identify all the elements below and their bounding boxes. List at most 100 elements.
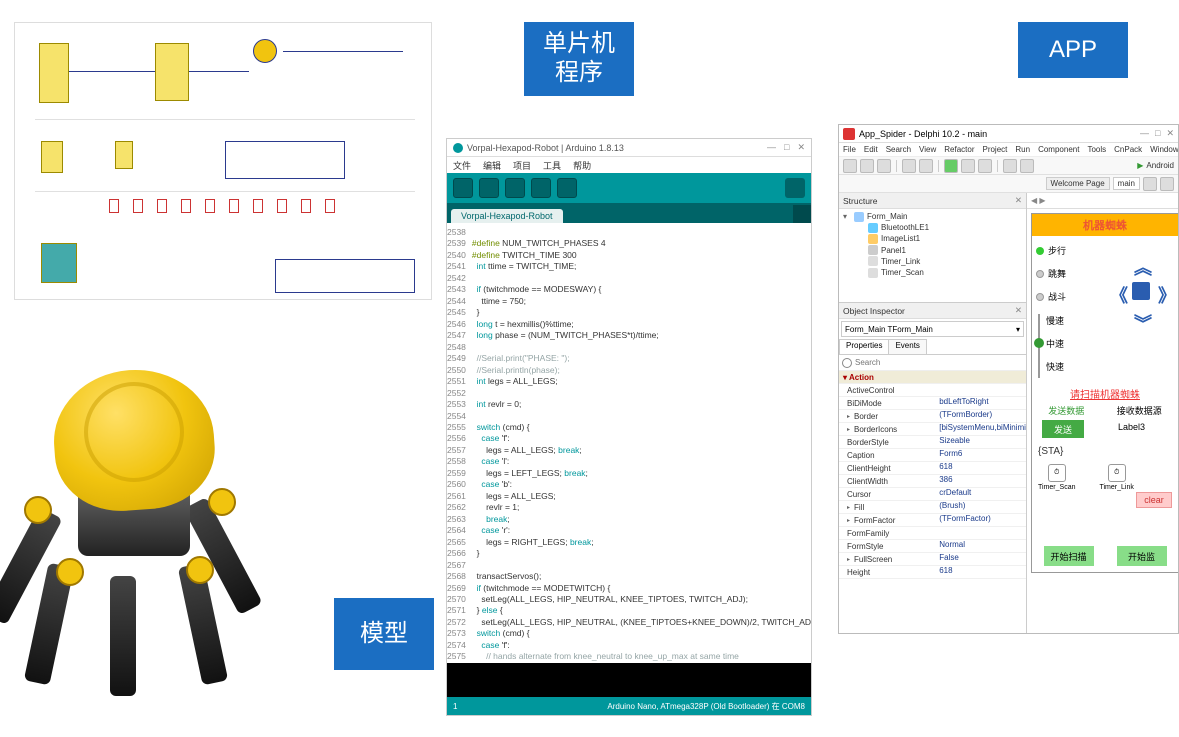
structure-tree[interactable]: ▾Form_Main BluetoothLE1ImageList1Panel1T…: [839, 209, 1026, 302]
tab-main[interactable]: main: [1113, 177, 1140, 190]
circuit-schematic: [14, 22, 432, 300]
close-icon[interactable]: ✕: [797, 142, 805, 153]
maximize-icon[interactable]: □: [784, 142, 789, 153]
tab-welcome[interactable]: Welcome Page: [1046, 177, 1110, 190]
menu-search[interactable]: Search: [886, 145, 911, 154]
menu-项目[interactable]: 项目: [513, 159, 531, 172]
start-scan-button[interactable]: 开始扫描: [1044, 546, 1094, 566]
maximize-icon[interactable]: □: [1155, 128, 1160, 139]
object-inspector-panel: Object Inspector✕ Form_Main TForm_Main▾ …: [839, 303, 1026, 633]
prop-row-formfamily[interactable]: FormFamily: [839, 527, 1026, 540]
target-platform[interactable]: Android: [1146, 161, 1174, 170]
tb-undo-icon[interactable]: [902, 159, 916, 173]
arduino-code-editor[interactable]: 2538253925402541254225432544254525462547…: [447, 223, 811, 663]
center-button[interactable]: [1132, 282, 1150, 300]
prop-row-formstyle[interactable]: FormStyleNormal: [839, 540, 1026, 553]
menu-component[interactable]: Component: [1038, 145, 1079, 154]
menu-编辑[interactable]: 编辑: [483, 159, 501, 172]
verify-button[interactable]: [453, 178, 473, 198]
sketch-tab[interactable]: Vorpal-Hexapod-Robot: [451, 209, 563, 223]
start-listen-button[interactable]: 开始监: [1117, 546, 1167, 566]
tree-node-form[interactable]: Form_Main: [867, 211, 907, 222]
form-designer[interactable]: ◀ ▶ 机器蜘蛛 步行 跳舞 战斗 慢速 中速 快速: [1027, 193, 1178, 633]
menu-edit[interactable]: Edit: [864, 145, 878, 154]
close-icon[interactable]: ✕: [1166, 128, 1174, 139]
send-button[interactable]: 发送: [1042, 420, 1084, 438]
prop-row-border[interactable]: Border(TFormBorder): [839, 410, 1026, 423]
minimize-icon[interactable]: —: [767, 142, 776, 153]
tb-open-icon[interactable]: [860, 159, 874, 173]
menu-帮助[interactable]: 帮助: [573, 159, 591, 172]
speed-slider-group[interactable]: 慢速 中速 快速: [1046, 314, 1064, 373]
tab-dropdown-icon[interactable]: [793, 205, 811, 223]
mobile-app-preview: 机器蜘蛛 步行 跳舞 战斗 慢速 中速 快速 ︽ ︾: [1031, 213, 1178, 573]
prop-row-clientwidth[interactable]: ClientWidth386: [839, 475, 1026, 488]
menu-tools[interactable]: Tools: [1087, 145, 1106, 154]
mode-fight[interactable]: 战斗: [1036, 290, 1066, 303]
run-button[interactable]: [944, 159, 958, 173]
timer-link-component[interactable]: ⏱Timer_Link: [1099, 464, 1133, 491]
tab-properties[interactable]: Properties: [839, 339, 889, 354]
stop-button[interactable]: [978, 159, 992, 173]
prop-row-caption[interactable]: CaptionForm6: [839, 449, 1026, 462]
inspector-search-input[interactable]: [855, 358, 1023, 367]
tb-save-icon[interactable]: [877, 159, 891, 173]
menu-project[interactable]: Project: [982, 145, 1007, 154]
prop-row-activecontrol[interactable]: ActiveControl: [839, 384, 1026, 397]
arrow-down-button[interactable]: ︾: [1134, 310, 1152, 336]
tb-stepover-icon[interactable]: [1020, 159, 1034, 173]
tb-step-icon[interactable]: [1003, 159, 1017, 173]
arduino-statusbar: 1 Arduino Nano, ATmega328P (Old Bootload…: [447, 697, 811, 715]
prop-row-bordericons[interactable]: BorderIcons[biSystemMenu,biMinimize,biMa…: [839, 423, 1026, 436]
tb-x1-icon[interactable]: [1143, 177, 1157, 191]
editor-code-area[interactable]: #define NUM_TWITCH_PHASES 4#define TWITC…: [470, 223, 811, 663]
prop-row-clientheight[interactable]: ClientHeight618: [839, 462, 1026, 475]
menu-cnpack[interactable]: CnPack: [1114, 145, 1142, 154]
arduino-console[interactable]: [447, 663, 811, 697]
arrow-up-button[interactable]: ︽: [1134, 254, 1152, 280]
upload-button[interactable]: [479, 178, 499, 198]
prop-row-cursor[interactable]: CursorcrDefault: [839, 488, 1026, 501]
timer-scan-component[interactable]: ⏱Timer_Scan: [1038, 464, 1075, 491]
menu-file[interactable]: File: [843, 145, 856, 154]
menu-文件[interactable]: 文件: [453, 159, 471, 172]
save-button[interactable]: [557, 178, 577, 198]
panel-close-icon[interactable]: ✕: [1015, 195, 1022, 206]
prop-row-borderstyle[interactable]: BorderStyleSizeable: [839, 436, 1026, 449]
tree-node-timer_link[interactable]: Timer_Link: [843, 256, 1022, 267]
prop-row-fullscreen[interactable]: FullScreenFalse: [839, 553, 1026, 566]
tb-new-icon[interactable]: [843, 159, 857, 173]
pause-button[interactable]: [961, 159, 975, 173]
property-table[interactable]: ▾ Action ActiveControlBiDiModebdLeftToRi…: [839, 371, 1026, 633]
tree-node-bluetoothle1[interactable]: BluetoothLE1: [843, 222, 1022, 233]
minimize-icon[interactable]: —: [1140, 128, 1149, 139]
delphi-titlebar[interactable]: App_Spider - Delphi 10.2 - main — □ ✕: [839, 125, 1178, 143]
menu-refactor[interactable]: Refactor: [944, 145, 974, 154]
inspector-title: Object Inspector: [843, 306, 905, 316]
tb-x2-icon[interactable]: [1160, 177, 1174, 191]
tb-redo-icon[interactable]: [919, 159, 933, 173]
menu-view[interactable]: View: [919, 145, 936, 154]
arduino-titlebar[interactable]: Vorpal-Hexapod-Robot | Arduino 1.8.13 — …: [447, 139, 811, 157]
new-button[interactable]: [505, 178, 525, 198]
arrow-right-button[interactable]: 》: [1158, 282, 1176, 308]
tree-node-imagelist1[interactable]: ImageList1: [843, 233, 1022, 244]
mode-walk[interactable]: 步行: [1036, 244, 1066, 257]
prop-row-bidimode[interactable]: BiDiModebdLeftToRight: [839, 397, 1026, 410]
prop-row-height[interactable]: Height618: [839, 566, 1026, 579]
panel-close-icon[interactable]: ✕: [1015, 305, 1022, 316]
tab-events[interactable]: Events: [888, 339, 926, 354]
mode-dance[interactable]: 跳舞: [1036, 267, 1066, 280]
clear-button[interactable]: clear: [1136, 492, 1172, 508]
tree-node-timer_scan[interactable]: Timer_Scan: [843, 267, 1022, 278]
prop-row-fill[interactable]: Fill(Brush): [839, 501, 1026, 514]
open-button[interactable]: [531, 178, 551, 198]
menu-run[interactable]: Run: [1015, 145, 1030, 154]
tree-node-panel1[interactable]: Panel1: [843, 245, 1022, 256]
serial-monitor-button[interactable]: [785, 178, 805, 198]
inspector-component-combo[interactable]: Form_Main TForm_Main▾: [841, 321, 1024, 337]
delphi-toolbar-1: ▶ Android: [839, 157, 1178, 175]
menu-window[interactable]: Window: [1150, 145, 1178, 154]
menu-工具[interactable]: 工具: [543, 159, 561, 172]
prop-row-formfactor[interactable]: FormFactor(TFormFactor): [839, 514, 1026, 527]
